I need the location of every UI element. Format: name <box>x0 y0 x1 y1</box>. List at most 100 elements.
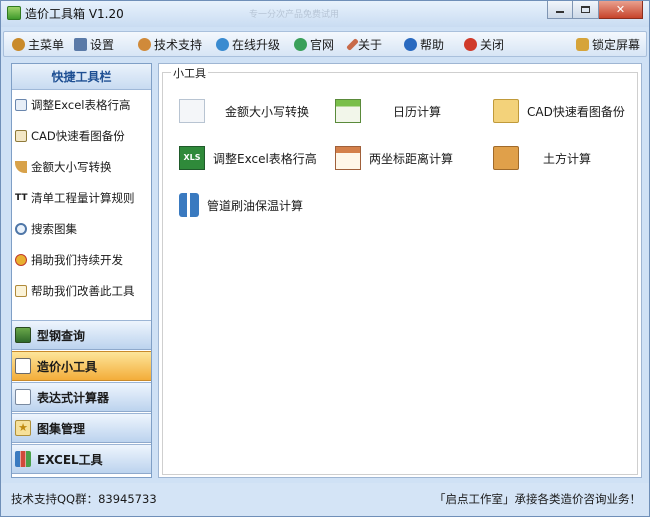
quick-tools-list: 调整Excel表格行高 CAD快速看图备份 金额大小写转换 TT 清单工程量计算… <box>12 90 151 320</box>
quick-item-excel-row-height[interactable]: 调整Excel表格行高 <box>15 96 130 114</box>
status-support-qq: 技术支持QQ群：83945733 <box>11 492 157 506</box>
menu-about[interactable]: 关于 <box>346 35 383 53</box>
menu-website[interactable]: 官网 <box>294 35 334 53</box>
minimize-button[interactable] <box>547 1 573 19</box>
tool-label: 金额大小写转换 <box>225 104 310 119</box>
menu-website-label: 官网 <box>310 37 335 52</box>
menu-close-label: 关闭 <box>480 37 505 52</box>
close-circle-icon <box>464 37 477 51</box>
nav-label: 造价小工具 <box>37 359 98 374</box>
menu-bar: 主菜单 设置 技术支持 在线升级 官网 关于 帮助 关闭 锁定屏幕 <box>3 31 647 57</box>
tool-pipe-coating[interactable]: 管道刷油保温计算 <box>179 193 303 217</box>
menu-support-label: 技术支持 <box>154 37 203 52</box>
tool-amount-convert[interactable]: 金额大小写转换 <box>179 99 309 123</box>
ruler-icon <box>15 161 27 173</box>
nav-atlas-management[interactable]: ★ 图集管理 <box>12 413 151 443</box>
menu-main[interactable]: 主菜单 <box>12 35 64 53</box>
search-icon <box>15 223 27 235</box>
content-panel: 小工具 金额大小写转换 日历计算 CAD快速看图备份 XLS 调整Excel表格… <box>158 63 642 478</box>
quick-item-search-atlas[interactable]: 搜索图集 <box>15 220 77 238</box>
quick-item-amount-convert[interactable]: 金额大小写转换 <box>15 158 112 176</box>
pencil-icon <box>346 37 359 51</box>
xls-icon: XLS <box>179 146 205 170</box>
calendar-icon <box>335 99 361 123</box>
globe-icon <box>216 37 229 51</box>
maximize-button[interactable] <box>573 1 599 19</box>
nav-expression-calculator[interactable]: 表达式计算器 <box>12 382 151 412</box>
maximize-icon <box>581 6 590 13</box>
menu-lock-label: 锁定屏幕 <box>592 37 641 52</box>
steel-icon <box>15 327 31 343</box>
folder-sync-icon <box>493 99 519 123</box>
quick-item-label: 搜索图集 <box>31 222 77 236</box>
sidebar: 快捷工具栏 调整Excel表格行高 CAD快速看图备份 金额大小写转换 TT 清… <box>11 63 152 478</box>
document-icon <box>15 99 27 111</box>
tool-earthwork[interactable]: 土方计算 <box>493 146 591 170</box>
menu-help[interactable]: 帮助 <box>404 35 444 53</box>
status-studio-notice: 「启点工作室」承接各类造价咨询业务！ <box>434 492 641 506</box>
group-title: 小工具 <box>171 65 208 81</box>
tool-coordinate-distance[interactable]: 两坐标距离计算 <box>335 146 453 170</box>
pipe-icon <box>179 193 199 217</box>
quick-item-label: 捐助我们持续开发 <box>31 253 123 267</box>
tool-cad-backup[interactable]: CAD快速看图备份 <box>493 99 625 123</box>
minimize-icon <box>556 11 564 13</box>
quick-item-label: 帮助我们改善此工具 <box>31 284 135 298</box>
quick-item-label: 清单工程量计算规则 <box>31 191 135 205</box>
list-icon <box>179 99 205 123</box>
quick-item-quantity-rules[interactable]: TT 清单工程量计算规则 <box>15 189 135 207</box>
tool-label: 日历计算 <box>393 104 442 119</box>
quick-item-feedback[interactable]: 帮助我们改善此工具 <box>15 282 135 300</box>
window-controls: ✕ <box>547 1 643 19</box>
tools-icon <box>15 358 31 374</box>
tool-label: 调整Excel表格行高 <box>213 151 317 166</box>
quick-item-label: 金额大小写转换 <box>31 160 112 174</box>
nav-label: 型钢查询 <box>37 328 86 343</box>
close-icon: ✕ <box>615 3 626 16</box>
menu-settings-label: 设置 <box>90 37 115 52</box>
tool-label: 两坐标距离计算 <box>369 151 454 166</box>
status-bar: 技术支持QQ群：83945733 「启点工作室」承接各类造价咨询业务！ <box>1 483 649 516</box>
menu-about-label: 关于 <box>358 37 383 52</box>
nav-cost-tools[interactable]: 造价小工具 <box>12 351 151 381</box>
window-title: 造价工具箱 V1.20 <box>25 7 124 21</box>
home-globe-icon <box>294 37 307 51</box>
settings-icon <box>74 37 87 51</box>
menu-support[interactable]: 技术支持 <box>138 35 202 53</box>
app-window: 造价工具箱 V1.20 专一分次产品免费试用 ✕ 主菜单 设置 技术支持 在线升… <box>0 0 650 517</box>
title-ghost-text: 专一分次产品免费试用 <box>249 10 340 20</box>
tool-label: 土方计算 <box>543 151 592 166</box>
tool-calendar[interactable]: 日历计算 <box>335 99 441 123</box>
star-folder-icon: ★ <box>15 420 31 436</box>
support-icon <box>138 37 151 51</box>
app-icon <box>7 6 21 20</box>
medal-icon <box>15 254 27 266</box>
menu-lock-screen[interactable]: 锁定屏幕 <box>576 35 640 53</box>
nav-label: EXCEL工具 <box>37 452 103 467</box>
menu-upgrade[interactable]: 在线升级 <box>216 35 280 53</box>
nav-excel-tools[interactable]: EXCEL工具 <box>12 444 151 474</box>
lock-icon <box>576 37 589 51</box>
quick-item-donate[interactable]: 捐助我们持续开发 <box>15 251 123 269</box>
tool-excel-row-height[interactable]: XLS 调整Excel表格行高 <box>179 146 317 170</box>
text-tt-icon: TT <box>15 193 28 203</box>
quick-item-label: 调整Excel表格行高 <box>31 98 131 112</box>
table-icon <box>15 130 27 142</box>
menu-settings[interactable]: 设置 <box>74 35 114 53</box>
menu-close[interactable]: 关闭 <box>464 35 504 53</box>
tool-label: 管道刷油保温计算 <box>207 198 304 213</box>
calculator-icon <box>15 389 31 405</box>
clipboard-icon <box>493 146 519 170</box>
grid-icon <box>335 146 361 170</box>
close-window-button[interactable]: ✕ <box>599 1 643 19</box>
title-bar[interactable]: 造价工具箱 V1.20 专一分次产品免费试用 ✕ <box>1 1 649 27</box>
bar-chart-icon <box>15 451 31 467</box>
tool-label: CAD快速看图备份 <box>527 104 625 119</box>
quick-item-cad-backup[interactable]: CAD快速看图备份 <box>15 127 125 145</box>
menu-main-label: 主菜单 <box>28 37 65 52</box>
nav-label: 表达式计算器 <box>37 390 110 405</box>
edit-note-icon <box>15 285 27 297</box>
sidebar-header: 快捷工具栏 <box>12 64 151 90</box>
user-icon <box>12 37 25 51</box>
nav-steel-query[interactable]: 型钢查询 <box>12 320 151 350</box>
